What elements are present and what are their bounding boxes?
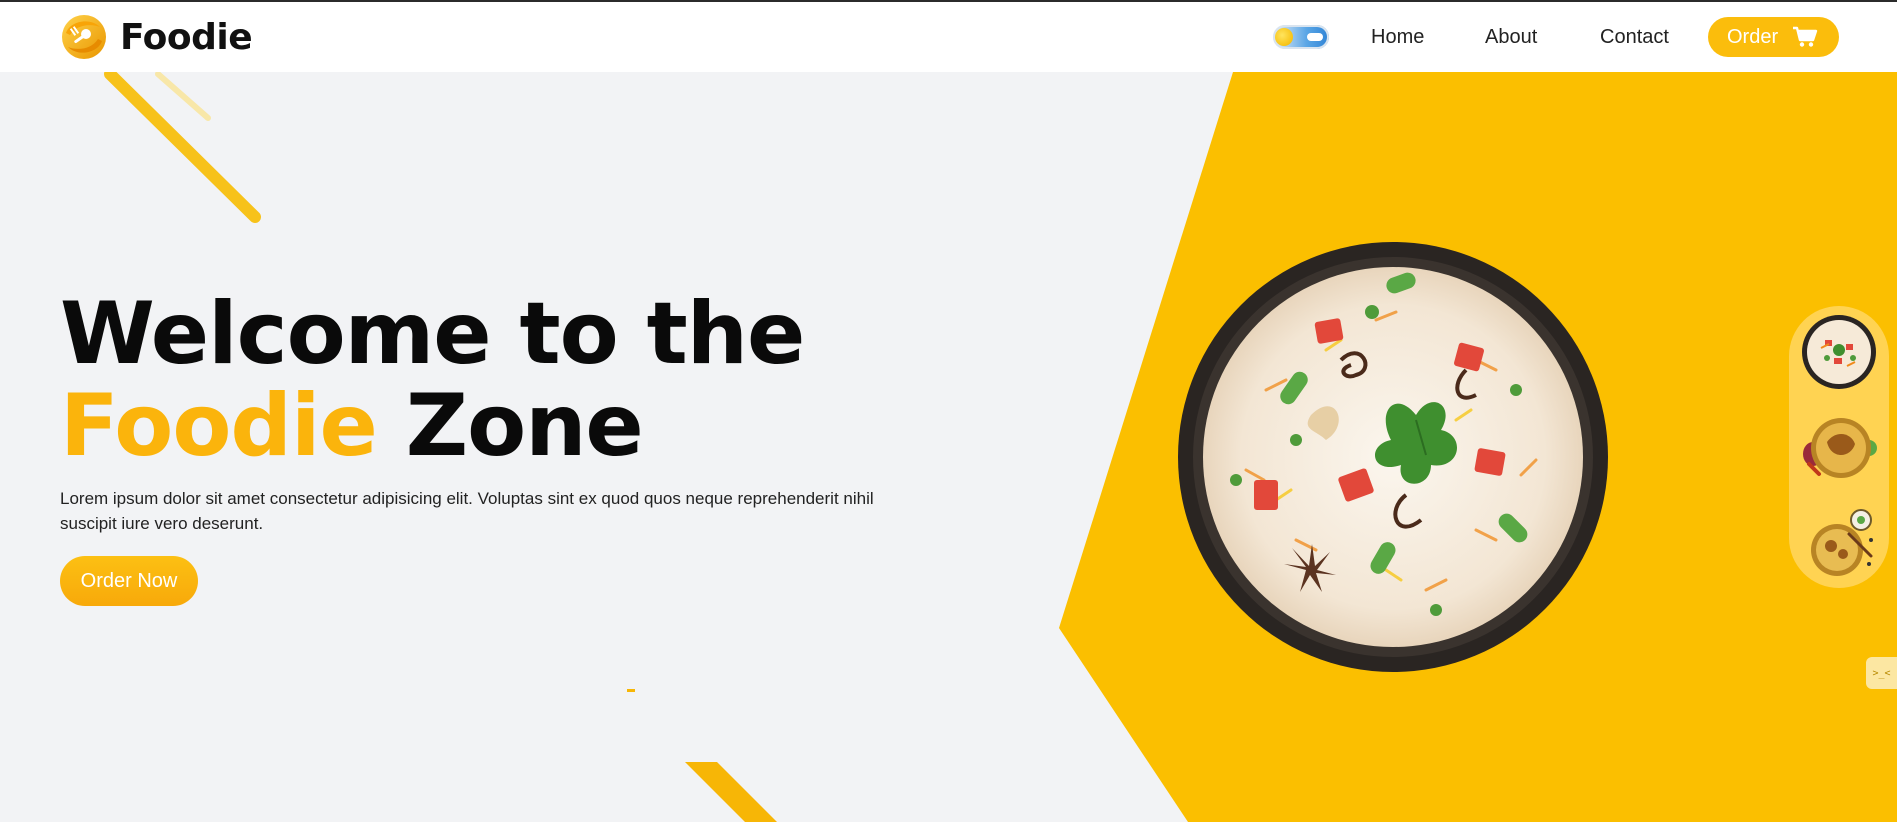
decor-dot [627, 689, 635, 692]
cloud-icon [1307, 33, 1323, 41]
nav-link-home[interactable]: Home [1371, 26, 1424, 49]
decor-streak-top [104, 72, 261, 223]
thumbnail-rail [1789, 306, 1889, 588]
brand[interactable]: Foodie [60, 12, 253, 62]
theme-toggle[interactable] [1273, 25, 1329, 49]
order-button[interactable]: Order [1708, 17, 1839, 57]
nav-link-about[interactable]: About [1485, 26, 1537, 49]
brand-name: Foodie [120, 16, 253, 58]
shopping-cart-icon [1793, 26, 1818, 47]
chicken-biryani-thumbnail-image[interactable] [1801, 408, 1877, 484]
order-now-button[interactable]: Order Now [60, 556, 198, 606]
order-button-label: Order [1727, 25, 1779, 48]
headline-line1: Welcome to the [60, 284, 805, 384]
decor-streak-bottom [685, 762, 777, 822]
biryani-plate-image [1178, 242, 1608, 672]
hero-subtext: Lorem ipsum dolor sit amet consectetur a… [60, 489, 874, 533]
headline-rest: Zone [405, 376, 644, 476]
headline-accent: Foodie [60, 376, 378, 476]
nav-link-contact[interactable]: Contact [1600, 26, 1669, 49]
sun-icon [1275, 28, 1293, 46]
side-chip[interactable]: >_< [1866, 657, 1897, 689]
biryani-spices-thumbnail-image[interactable] [1801, 504, 1877, 580]
biryani-thumbnail-image[interactable] [1801, 314, 1877, 390]
spoon-fork-logo-icon [62, 15, 106, 59]
navbar: Foodie Home About Contact Order [0, 2, 1897, 72]
hero-headline: Welcome to the Foodie Zone [60, 288, 960, 472]
hero-text: Welcome to the Foodie Zone Lorem ipsum d… [60, 288, 960, 606]
